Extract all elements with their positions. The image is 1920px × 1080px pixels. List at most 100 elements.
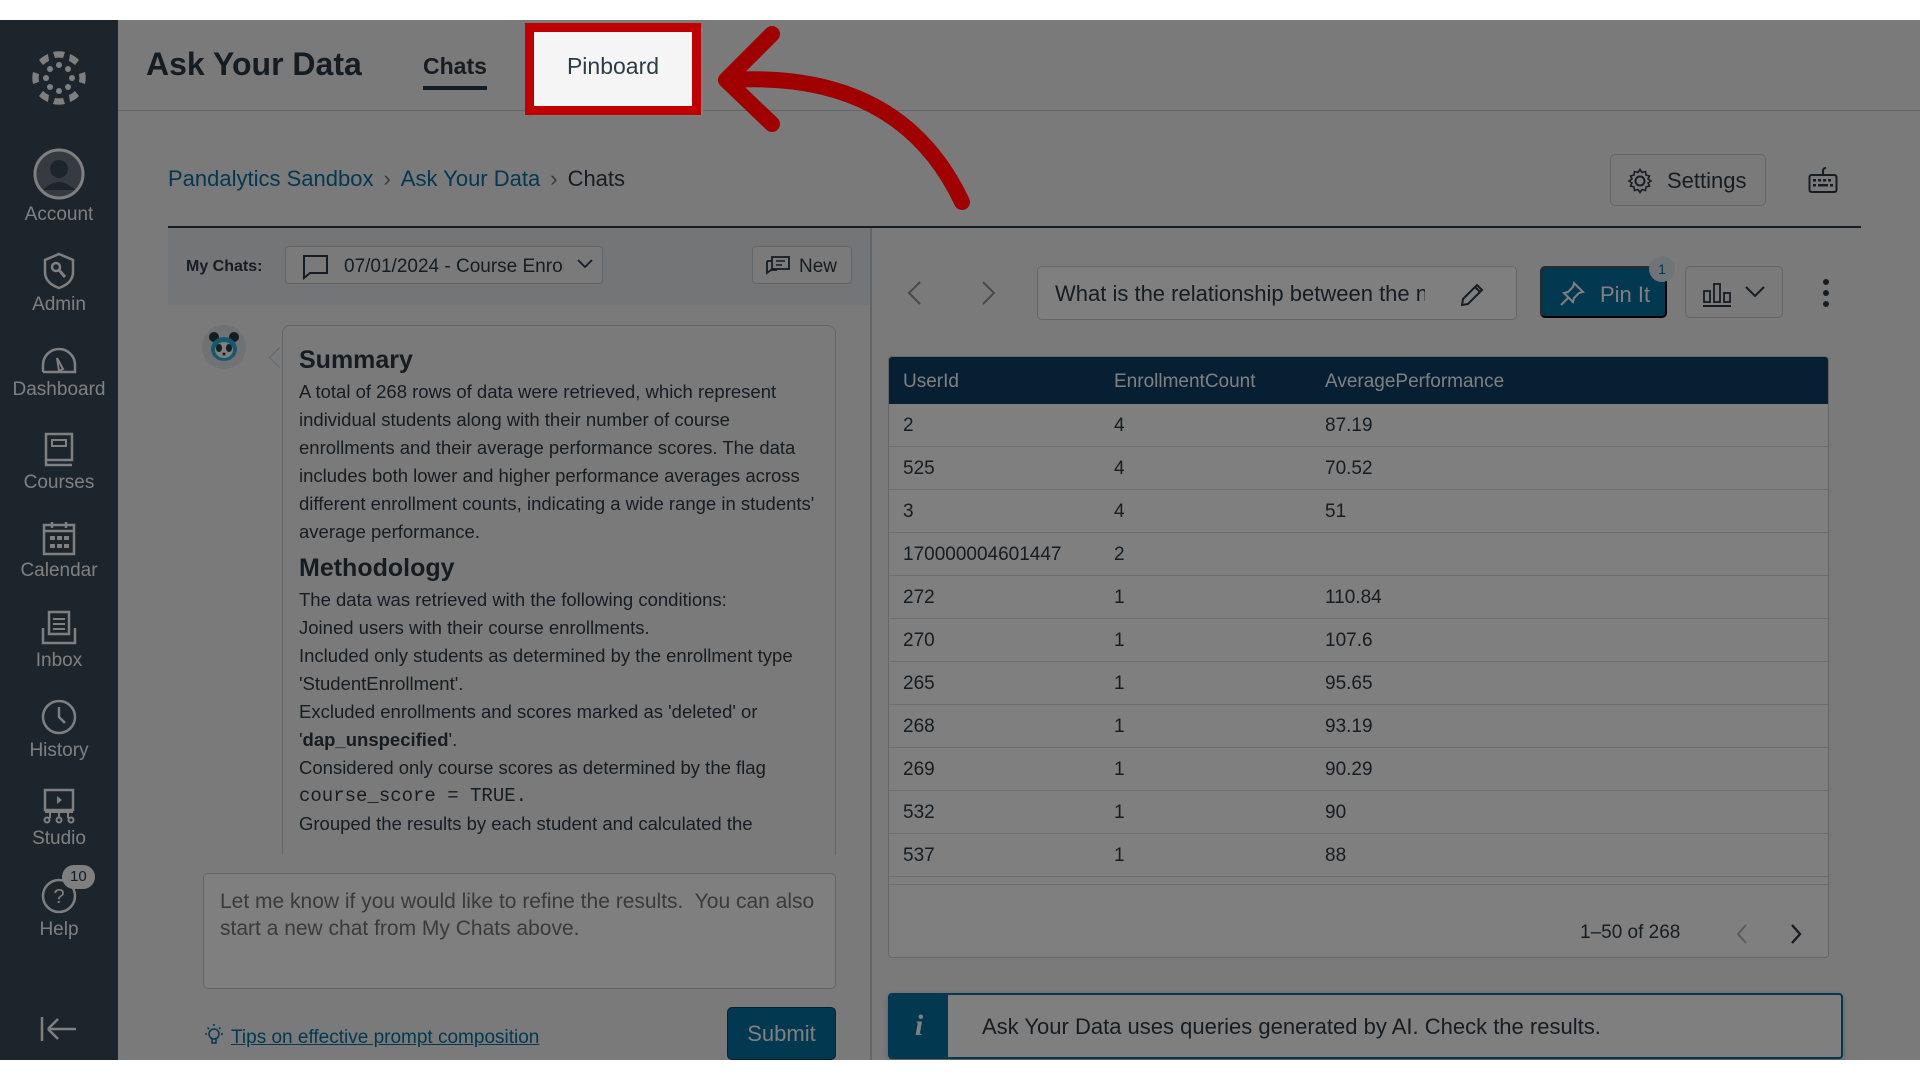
canvas-logo-icon[interactable] (29, 48, 89, 108)
sidebar-item-admin[interactable]: Admin (0, 252, 118, 316)
sidebar-item-account[interactable]: Account (0, 148, 118, 226)
panel-divider (870, 228, 872, 1060)
table-row: 537 1 88 (889, 834, 1828, 877)
sidebar-item-help[interactable]: ? 10 Help (0, 865, 118, 941)
table-row: 525 4 70.52 (889, 447, 1828, 490)
cell-userid: 3 (903, 501, 914, 522)
svg-text:?: ? (53, 886, 64, 908)
breadcrumb-current: Chats (567, 166, 626, 191)
cell-userid: 537 (903, 845, 935, 866)
table-row: 265 1 95.65 (889, 662, 1828, 705)
methodology-code: course_score = TRUE. (299, 785, 528, 807)
global-nav-sidebar: Account Admin Dashboard Courses Calendar… (0, 20, 118, 1060)
cell-userid: 2 (903, 415, 914, 436)
methodology-line-dap: 'dap_unspecified'. (299, 726, 819, 754)
cell-userid: 170000004601447 (903, 544, 1062, 565)
sidebar-item-label: History (29, 740, 89, 761)
sidebar-item-courses[interactable]: Courses (0, 432, 118, 494)
tab-chats[interactable]: Chats (423, 53, 487, 90)
breadcrumb: Pandalytics Sandbox › Ask Your Data › Chats (168, 166, 625, 192)
cell-averageperformance: 87.19 (1325, 415, 1373, 436)
next-query-icon[interactable] (978, 280, 998, 306)
methodology-line: Grouped the results by each student and … (299, 813, 753, 834)
sidebar-item-label: Studio (32, 828, 86, 849)
table-row: 2 4 87.19 (889, 404, 1828, 447)
info-icon: i (890, 995, 948, 1057)
sidebar-item-label: Courses (23, 472, 95, 493)
visualization-menu-button[interactable] (1685, 266, 1783, 318)
pencil-edit-icon[interactable] (1457, 279, 1487, 309)
cell-enrollmentcount: 1 (1114, 587, 1125, 608)
methodology-line: Excluded enrollments and scores marked a… (299, 701, 758, 722)
table-row: 269 1 90.29 (889, 748, 1828, 791)
methodology-line: Included only students as determined by … (299, 645, 793, 694)
cell-userid: 272 (903, 587, 935, 608)
next-page-icon[interactable] (1789, 923, 1803, 945)
column-header-userid[interactable]: UserId (903, 371, 959, 393)
table-row: 270 1 107.6 (889, 619, 1828, 662)
breadcrumb-separator-icon: › (550, 166, 558, 191)
keyboard-shortcuts-icon[interactable] (1808, 166, 1838, 194)
sidebar-item-studio[interactable]: Studio (0, 788, 118, 850)
sidebar-item-label: Inbox (35, 650, 83, 671)
chat-messages-area[interactable]: Summary A total of 268 rows of data were… (168, 305, 870, 855)
bar-chart-icon (1703, 283, 1731, 307)
sidebar-item-dashboard[interactable]: Dashboard (0, 345, 118, 401)
table-row: 268 1 93.19 (889, 705, 1828, 748)
new-chat-button[interactable]: New (752, 246, 852, 284)
ai-disclaimer-banner: i Ask Your Data uses queries generated b… (888, 993, 1843, 1059)
cell-averageperformance: 110.84 (1325, 587, 1382, 608)
annotation-highlight-box (525, 23, 701, 115)
annotation-arrow-icon (718, 26, 970, 210)
cell-averageperformance: 90 (1325, 802, 1347, 823)
cell-averageperformance: 88 (1325, 845, 1347, 866)
methodology-line: Joined users with their course enrollmen… (299, 617, 650, 638)
submit-button[interactable]: Submit (727, 1007, 836, 1060)
previous-query-icon[interactable] (905, 280, 925, 306)
my-chats-select[interactable]: 07/01/2024 - Course Enrollments vs. S (285, 246, 603, 284)
lightbulb-icon (205, 1024, 223, 1044)
chat-reply-input[interactable] (203, 873, 836, 989)
table-body[interactable]: 2 4 87.19 525 4 70.52 3 4 51 170000004601447 2 272 1… (889, 404, 1828, 884)
cell-enrollmentcount: 1 (1114, 716, 1125, 737)
tips-link-label: Tips on effective prompt composition (231, 1027, 540, 1048)
column-header-enrollmentcount[interactable]: EnrollmentCount (1114, 371, 1256, 393)
results-table: UserId EnrollmentCount AveragePerformanc… (888, 356, 1829, 958)
my-chats-label: My Chats: (186, 258, 263, 275)
new-chat-label: New (799, 256, 838, 277)
sidebar-item-inbox[interactable]: Inbox (0, 610, 118, 672)
cell-averageperformance: 51 (1325, 501, 1347, 522)
more-options-icon[interactable] (1820, 278, 1832, 308)
collapse-nav-icon[interactable] (40, 1015, 78, 1043)
cell-averageperformance: 70.52 (1325, 458, 1373, 479)
sidebar-item-calendar[interactable]: Calendar (0, 520, 118, 582)
column-header-averageperformance[interactable]: AveragePerformance (1325, 371, 1504, 393)
quote: '. (448, 729, 458, 750)
summary-heading: Summary (299, 346, 413, 374)
admin-shield-icon (43, 252, 75, 290)
previous-page-icon[interactable] (1735, 923, 1749, 945)
settings-label: Settings (1667, 168, 1747, 193)
sidebar-item-label: Help (39, 919, 79, 940)
app-title: Ask Your Data (146, 46, 362, 82)
sidebar-item-history[interactable]: History (0, 698, 118, 762)
breadcrumb-separator-icon: › (383, 166, 391, 191)
query-question-field[interactable]: What is the relationship between the num… (1037, 266, 1517, 320)
studio-icon (43, 788, 75, 824)
table-row: 532 1 90 (889, 791, 1828, 834)
cell-enrollmentcount: 1 (1114, 673, 1125, 694)
tips-link[interactable]: Tips on effective prompt composition (203, 1023, 539, 1049)
table-pagination: 1–50 of 268 (889, 884, 1828, 957)
cell-userid: 268 (903, 716, 935, 737)
breadcrumb-link-sandbox[interactable]: Pandalytics Sandbox (168, 166, 373, 191)
cell-userid: 265 (903, 673, 935, 694)
pushpin-icon (1560, 281, 1585, 306)
inbox-icon (41, 610, 77, 645)
summary-text: A total of 268 rows of data were retriev… (299, 381, 815, 542)
cell-enrollmentcount: 4 (1114, 501, 1125, 522)
cell-enrollmentcount: 4 (1114, 458, 1125, 479)
settings-button[interactable]: Settings (1610, 154, 1766, 206)
sidebar-item-label: Admin (32, 294, 86, 315)
breadcrumb-link-ask-your-data[interactable]: Ask Your Data (401, 166, 540, 191)
pin-it-button[interactable]: Pin It (1540, 266, 1667, 318)
